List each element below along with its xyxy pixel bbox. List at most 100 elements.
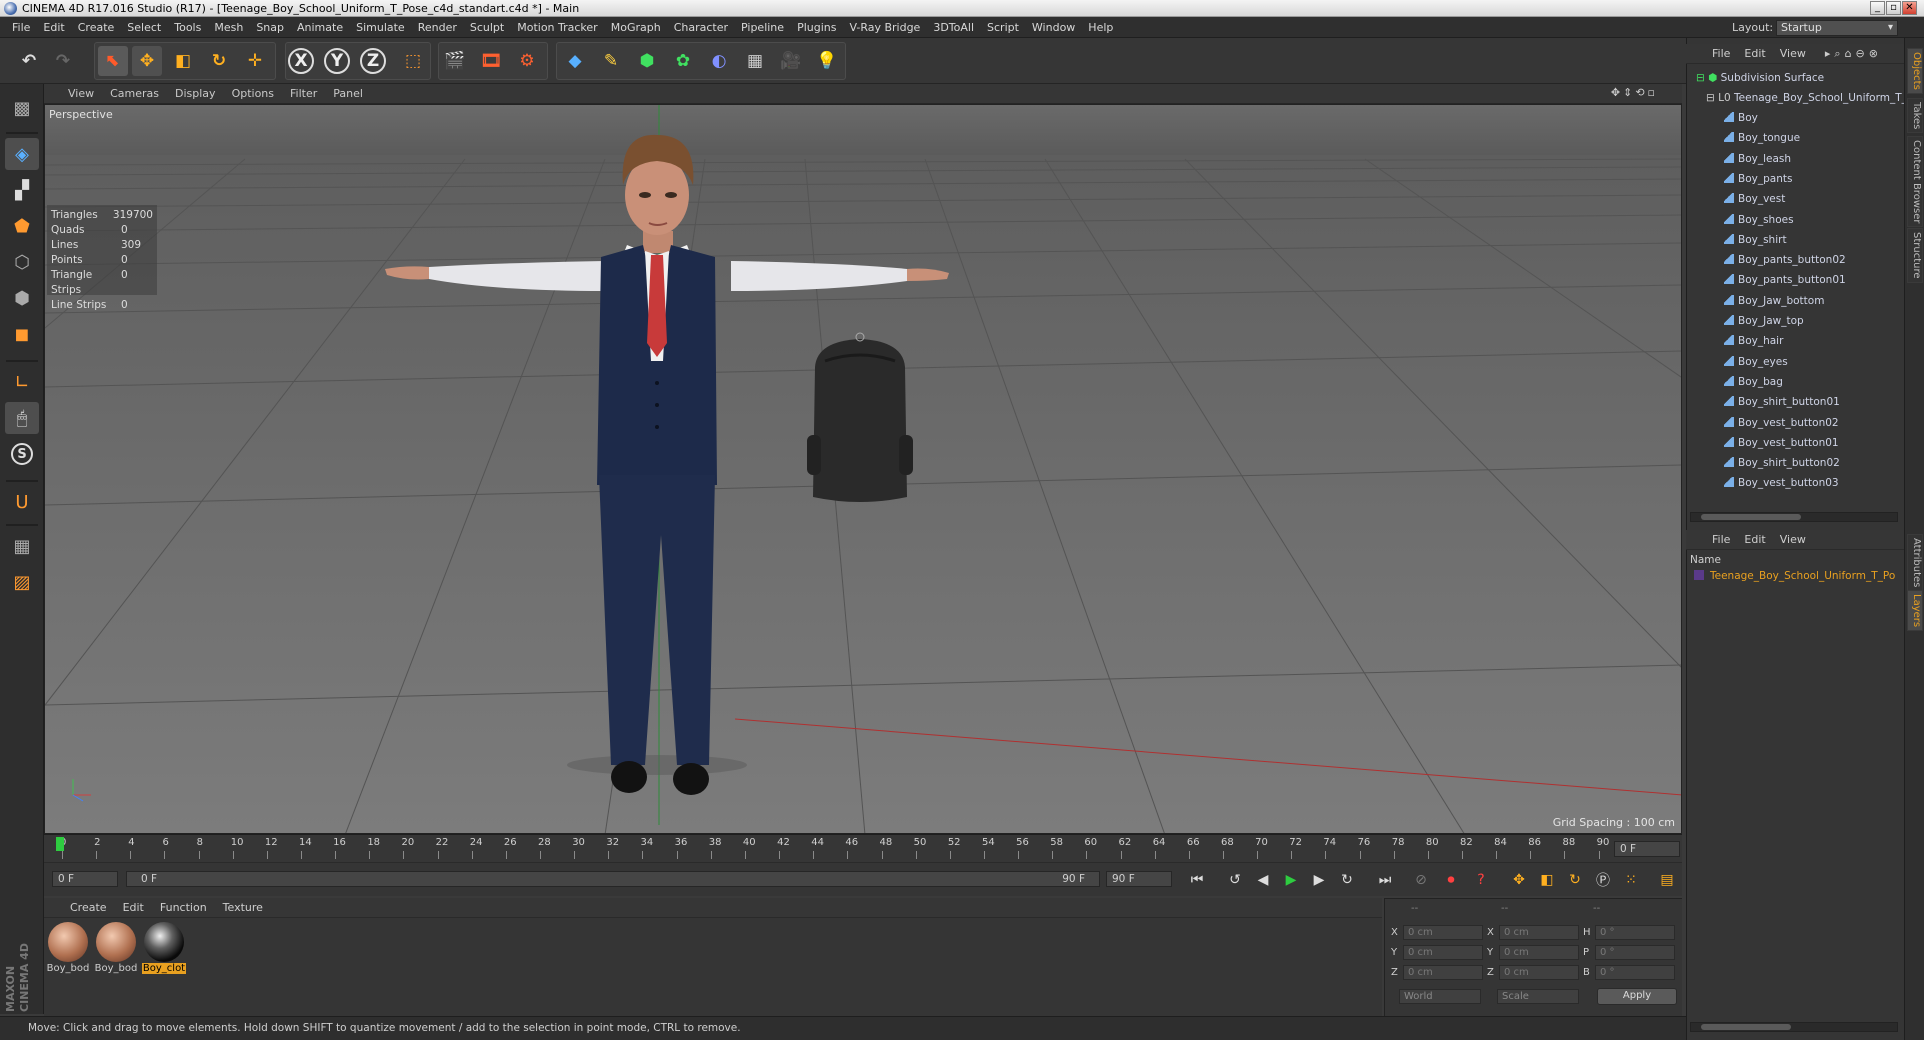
rotation-p-field[interactable]: 0 ° — [1595, 945, 1675, 960]
points-mode-icon[interactable]: ⬡ — [5, 246, 39, 278]
viewport-navigation-icons[interactable]: ✥⇕⟲▫ — [1611, 86, 1658, 99]
go-to-end-icon[interactable]: ⏭ — [1372, 868, 1398, 892]
next-frame-icon[interactable]: ▶ — [1306, 868, 1332, 892]
lock-workplane-icon[interactable]: ▦ — [5, 530, 39, 562]
object-list-item[interactable]: Boy — [1724, 112, 1758, 124]
scroll-thumb[interactable] — [1701, 514, 1801, 520]
object-list-item[interactable]: Boy_vest_button03 — [1724, 477, 1839, 489]
menu-create[interactable]: Create — [78, 21, 115, 34]
magnet-icon[interactable]: U — [5, 486, 39, 518]
rotation-b-field[interactable]: 0 ° — [1595, 965, 1675, 980]
timeline-window-icon[interactable]: ▤ — [1654, 868, 1680, 892]
menu-edit[interactable]: Edit — [43, 21, 64, 34]
objects-menu-file[interactable]: File — [1712, 47, 1730, 60]
object-manager-tool-icons[interactable]: ▸⌕⌂⊖⊗ — [1825, 47, 1882, 61]
object-list-item[interactable]: Boy_pants — [1724, 172, 1792, 185]
viewport-menu-options[interactable]: Options — [232, 87, 274, 100]
minimize-button[interactable]: _ — [1870, 1, 1885, 15]
current-frame-field[interactable]: 0 F — [1614, 841, 1680, 857]
rotate-icon[interactable]: ↻ — [204, 46, 234, 76]
position-z-field[interactable]: 0 cm — [1403, 965, 1483, 980]
size-z-field[interactable]: 0 cm — [1499, 965, 1579, 980]
maximize-button[interactable]: ▫ — [1886, 1, 1901, 15]
previous-key-icon[interactable]: ↺ — [1222, 868, 1248, 892]
viewport-menu-cameras[interactable]: Cameras — [110, 87, 159, 100]
key-position-icon[interactable]: ✥ — [1506, 868, 1532, 892]
menu-script[interactable]: Script — [987, 21, 1019, 34]
tab-objects[interactable]: Objects — [1907, 48, 1923, 94]
undo-icon[interactable]: ↶ — [14, 46, 44, 76]
object-list-item[interactable]: Boy_Jaw_bottom — [1724, 294, 1824, 307]
camera-icon[interactable]: 🎥 — [776, 46, 806, 76]
object-list-item[interactable]: Boy_shoes — [1724, 213, 1794, 226]
model-mode-icon[interactable]: ◈ — [5, 138, 39, 170]
apply-button[interactable]: Apply — [1597, 988, 1677, 1005]
light-icon[interactable]: 💡 — [812, 46, 842, 76]
close-button[interactable]: ✕ — [1902, 1, 1917, 15]
object-list-item[interactable]: Boy_pants_button01 — [1724, 274, 1846, 286]
timeline-playhead[interactable] — [56, 837, 64, 851]
material-menu-function[interactable]: Function — [160, 901, 207, 914]
tweak-mode-icon[interactable]: 🖱 — [5, 402, 39, 434]
x-axis-lock-button[interactable]: X — [288, 48, 314, 74]
z-axis-lock-button[interactable]: Z — [360, 48, 386, 74]
floor-icon[interactable]: ▦ — [740, 46, 770, 76]
menu-character[interactable]: Character — [674, 21, 728, 34]
tab-takes[interactable]: Takes — [1907, 98, 1923, 134]
layout-dropdown[interactable]: Startup — [1776, 20, 1898, 36]
render-picture-viewer-icon[interactable]: 🎞 — [476, 46, 506, 76]
size-mode-dropdown[interactable]: Scale — [1497, 989, 1579, 1004]
material-menu-edit[interactable]: Edit — [123, 901, 144, 914]
object-list-item[interactable]: Boy_bag — [1724, 375, 1783, 388]
position-y-field[interactable]: 0 cm — [1403, 945, 1483, 960]
scale-icon[interactable]: ◧ — [168, 46, 198, 76]
layers-menu-view[interactable]: View — [1780, 533, 1806, 546]
tab-attributes[interactable]: Attributes — [1907, 534, 1923, 592]
workplane-icon[interactable]: ⬟ — [5, 210, 39, 242]
scroll-thumb[interactable] — [1701, 1024, 1791, 1030]
object-list-item[interactable]: Boy_vest_button02 — [1724, 416, 1839, 429]
menu-animate[interactable]: Animate — [297, 21, 343, 34]
render-view-icon[interactable]: 🎬 — [440, 46, 470, 76]
material-menu-texture[interactable]: Texture — [223, 901, 263, 914]
object-list-item[interactable]: Boy_eyes — [1724, 355, 1788, 368]
layers-menu-file[interactable]: File — [1712, 533, 1730, 546]
menu-mograph[interactable]: MoGraph — [611, 21, 661, 34]
size-x-field[interactable]: 0 cm — [1499, 925, 1579, 940]
record-keys-icon[interactable]: ⊘ — [1408, 868, 1434, 892]
next-key-icon[interactable]: ↻ — [1334, 868, 1360, 892]
layers-menu-edit[interactable]: Edit — [1744, 533, 1765, 546]
viewport-menu-filter[interactable]: Filter — [290, 87, 317, 100]
menu-window[interactable]: Window — [1032, 21, 1075, 34]
transform-icon[interactable]: ✛ — [240, 46, 270, 76]
perspective-viewport[interactable]: Perspective Triangles 319700 Quads 0 Lines… — [44, 104, 1682, 834]
object-list-item[interactable]: Boy_shirt_button01 — [1724, 396, 1840, 408]
go-to-start-icon[interactable]: ⏮ — [1184, 868, 1210, 892]
cloner-icon[interactable]: ✿ — [668, 46, 698, 76]
object-subdivision-surface[interactable]: ⊟ ⬢ Subdivision Surface — [1696, 72, 1824, 84]
live-selection-icon[interactable]: ⬉ — [98, 46, 128, 76]
end-frame-field[interactable]: 90 F — [1106, 871, 1172, 887]
subdivision-surface-icon[interactable]: ⬢ — [632, 46, 662, 76]
object-list-item[interactable]: Boy_Jaw_top — [1724, 315, 1804, 327]
material-menu-create[interactable]: Create — [70, 901, 107, 914]
planar-workplane-icon[interactable]: ▨ — [5, 566, 39, 598]
layer-item[interactable]: Teenage_Boy_School_Uniform_T_Po — [1694, 570, 1895, 582]
tab-layers[interactable]: Layers — [1907, 590, 1923, 632]
tab-structure[interactable]: Structure — [1907, 228, 1923, 283]
menu-file[interactable]: File — [12, 21, 30, 34]
objects-menu-edit[interactable]: Edit — [1744, 47, 1765, 60]
start-frame-field[interactable]: 0 F — [52, 871, 118, 887]
menu-snap[interactable]: Snap — [256, 21, 284, 34]
viewport-menu-view[interactable]: View — [68, 87, 94, 100]
material-swatch[interactable]: Boy_bod — [46, 922, 90, 974]
tab-content-browser[interactable]: Content Browser — [1907, 136, 1923, 228]
polygons-mode-icon[interactable]: ◼ — [5, 318, 39, 350]
menu-help[interactable]: Help — [1088, 21, 1113, 34]
position-x-field[interactable]: 0 cm — [1403, 925, 1483, 940]
key-scale-icon[interactable]: ◧ — [1534, 868, 1560, 892]
cube-object-icon[interactable]: ◆ — [560, 46, 590, 76]
layer-manager-scrollbar[interactable] — [1690, 1022, 1898, 1032]
axis-mode-icon[interactable]: ∟ — [5, 366, 39, 398]
menu-plugins[interactable]: Plugins — [797, 21, 836, 34]
